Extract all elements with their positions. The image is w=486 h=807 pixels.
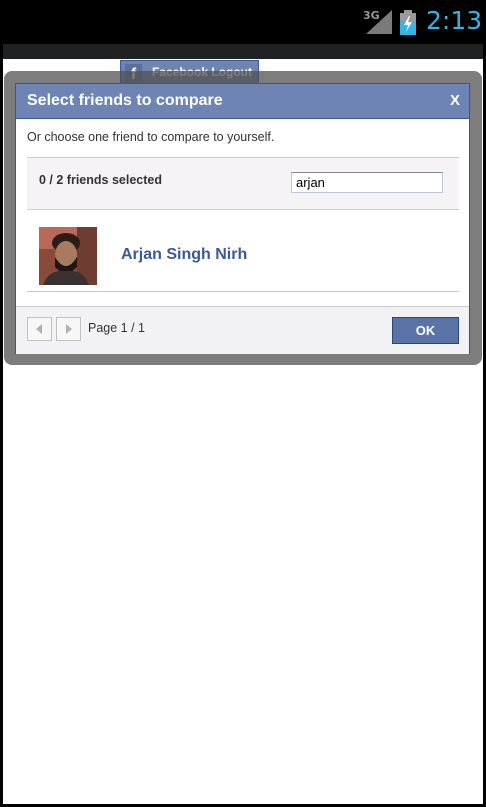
status-clock: 2:13 — [426, 6, 483, 35]
app-bar — [0, 44, 486, 59]
close-button[interactable]: X — [450, 92, 460, 109]
select-friends-dialog: Select friends to compare X Or choose on… — [15, 83, 470, 354]
selected-count: 0 / 2 friends selected — [39, 173, 162, 187]
friend-name: Arjan Singh Nirh — [121, 246, 248, 263]
dialog-footer: Page 1 / 1 OK — [16, 306, 469, 354]
avatar — [39, 227, 97, 285]
ok-button[interactable]: OK — [392, 317, 459, 344]
friend-list-item[interactable]: Arjan Singh Nirh — [27, 209, 459, 292]
chevron-right-icon — [66, 324, 72, 334]
screen-frame-left — [0, 44, 3, 807]
friend-search-input[interactable] — [291, 172, 443, 193]
previous-page-button[interactable] — [27, 317, 52, 341]
dialog-instruction: Or choose one friend to compare to yours… — [27, 130, 275, 144]
status-bar: 3G 2:13 — [0, 0, 486, 44]
battery-charging-icon — [400, 10, 416, 35]
page-indicator: Page 1 / 1 — [88, 321, 145, 335]
dialog-header: Select friends to compare X — [16, 84, 469, 119]
chevron-left-icon — [36, 324, 42, 334]
network-type-label: 3G — [363, 9, 380, 22]
dialog-title: Select friends to compare — [27, 92, 223, 109]
next-page-button[interactable] — [56, 317, 81, 341]
selection-bar: 0 / 2 friends selected — [27, 157, 459, 210]
